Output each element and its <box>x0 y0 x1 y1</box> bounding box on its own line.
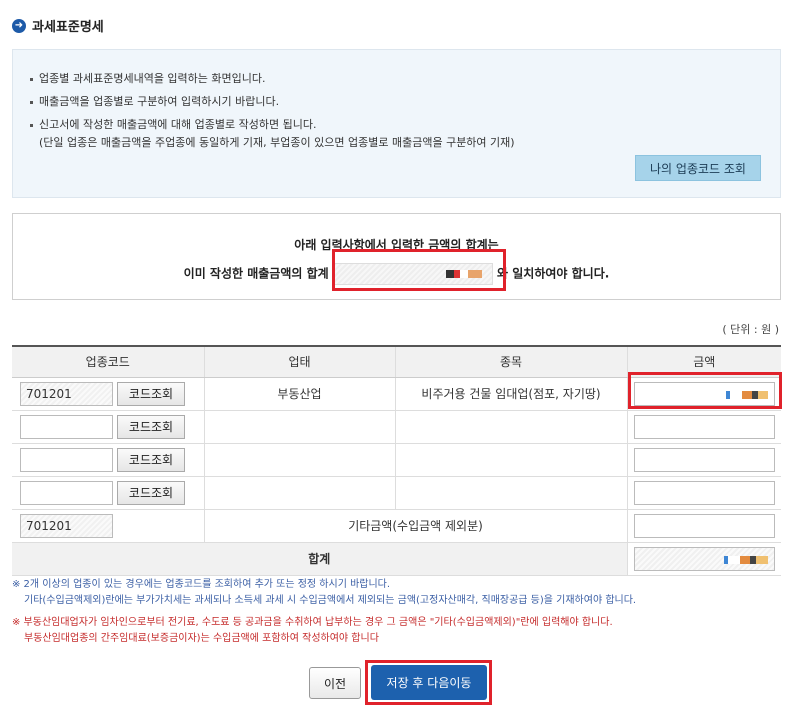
code-lookup-button[interactable]: 코드조회 <box>117 447 185 472</box>
amount-input[interactable] <box>633 480 775 505</box>
header-amount: 금액 <box>627 345 781 378</box>
business-code-input[interactable] <box>20 480 113 505</box>
notice-line-2: 이미 작성한 매출금액의 합계 와 일치하여야 합니다. <box>13 263 780 285</box>
my-business-code-button[interactable]: 나의 업종코드 조회 <box>635 155 761 181</box>
amount-input[interactable] <box>633 414 775 439</box>
notes-red: ※ 부동산임대업자가 임차인으로부터 전기료, 수도료 등 공과금을 수취하여 … <box>12 615 613 647</box>
bullet-icon <box>30 100 33 104</box>
code-lookup-button[interactable]: 코드조회 <box>117 414 185 439</box>
table-row: 701201 코드조회 부동산업 비주거용 건물 임대업(점포, 자기땅) <box>12 377 781 411</box>
code-lookup-button[interactable]: 코드조회 <box>117 381 185 406</box>
item-cell <box>395 443 628 477</box>
page-title: ➜ 과세표준명세 <box>12 16 104 35</box>
sales-total-masked-value <box>332 263 493 285</box>
notes-blue: ※ 2개 이상의 업종이 있는 경우에는 업종코드를 조회하여 추가 또는 정정… <box>12 577 636 609</box>
tax-base-table: 업종코드 업태 종목 금액 701201 코드조회 부동산업 비주거용 건물 임대… <box>12 345 781 576</box>
total-row: 합계 <box>12 542 781 576</box>
save-and-next-button[interactable]: 저장 후 다음이동 <box>371 665 487 700</box>
note-line: 기타(수입금액제외)란에는 부가가치세는 과세되나 소득세 과세 시 수입금액에… <box>24 595 637 606</box>
other-amount-label: 기타금액(수입금액 제외분) <box>204 509 628 543</box>
item-cell <box>395 410 628 444</box>
business-type-cell <box>204 476 396 510</box>
bullet-icon <box>30 123 33 127</box>
item-cell: 비주거용 건물 임대업(점포, 자기땅) <box>395 377 628 411</box>
note-line: ※ 2개 이상의 업종이 있는 경우에는 업종코드를 조회하여 추가 또는 정정… <box>12 579 391 590</box>
info-line-1: 업종별 과세표준명세내역을 입력하는 화면입니다. <box>30 70 266 86</box>
business-type-cell <box>204 410 396 444</box>
business-type-cell: 부동산업 <box>204 377 396 411</box>
previous-button[interactable]: 이전 <box>309 667 361 699</box>
header-business-code: 업종코드 <box>12 345 205 378</box>
header-item: 종목 <box>395 345 628 378</box>
note-line: 부동산임대업종의 간주임대료(보증금이자)는 수입금액에 포함하여 작성하여야 … <box>24 633 379 644</box>
total-label: 합계 <box>12 542 628 576</box>
amount-input[interactable] <box>633 381 775 406</box>
notice-line-1: 아래 입력사항에서 입력한 금액의 합계는 <box>294 238 499 252</box>
other-business-code-input: 701201 <box>20 513 113 538</box>
item-cell <box>395 476 628 510</box>
unit-label: ( 단위 : 원 ) <box>722 323 779 336</box>
business-code-input[interactable] <box>20 447 113 472</box>
info-line-3: 신고서에 작성한 매출금액에 대해 업종별로 작성하면 됩니다. <box>30 116 316 132</box>
table-row: 코드조회 <box>12 476 781 510</box>
bullet-icon <box>30 77 33 81</box>
other-amount-input[interactable] <box>633 513 775 538</box>
arrow-right-circle-icon: ➜ <box>12 18 26 33</box>
table-row: 코드조회 <box>12 410 781 444</box>
other-amount-row: 701201 기타금액(수입금액 제외분) <box>12 509 781 543</box>
info-sub-line: (단일 업종은 매출금액을 주업종에 동일하게 기재, 부업종이 있으면 업종별… <box>39 136 515 149</box>
info-box: 업종별 과세표준명세내역을 입력하는 화면입니다. 매출금액을 업종별로 구분하… <box>12 49 781 198</box>
total-amount-value <box>633 546 775 571</box>
amount-input[interactable] <box>633 447 775 472</box>
business-type-cell <box>204 443 396 477</box>
sum-notice-box: 아래 입력사항에서 입력한 금액의 합계는 이미 작성한 매출금액의 합계 와 … <box>12 213 781 300</box>
code-lookup-button[interactable]: 코드조회 <box>117 480 185 505</box>
table-header-row: 업종코드 업태 종목 금액 <box>12 345 781 378</box>
header-business-type: 업태 <box>204 345 396 378</box>
business-code-input[interactable] <box>20 414 113 439</box>
table-row: 코드조회 <box>12 443 781 477</box>
business-code-input[interactable]: 701201 <box>20 381 113 406</box>
note-line: ※ 부동산임대업자가 임차인으로부터 전기료, 수도료 등 공과금을 수취하여 … <box>12 617 613 628</box>
page-title-text: 과세표준명세 <box>32 20 104 35</box>
info-line-2: 매출금액을 업종별로 구분하여 입력하시기 바랍니다. <box>30 93 279 109</box>
